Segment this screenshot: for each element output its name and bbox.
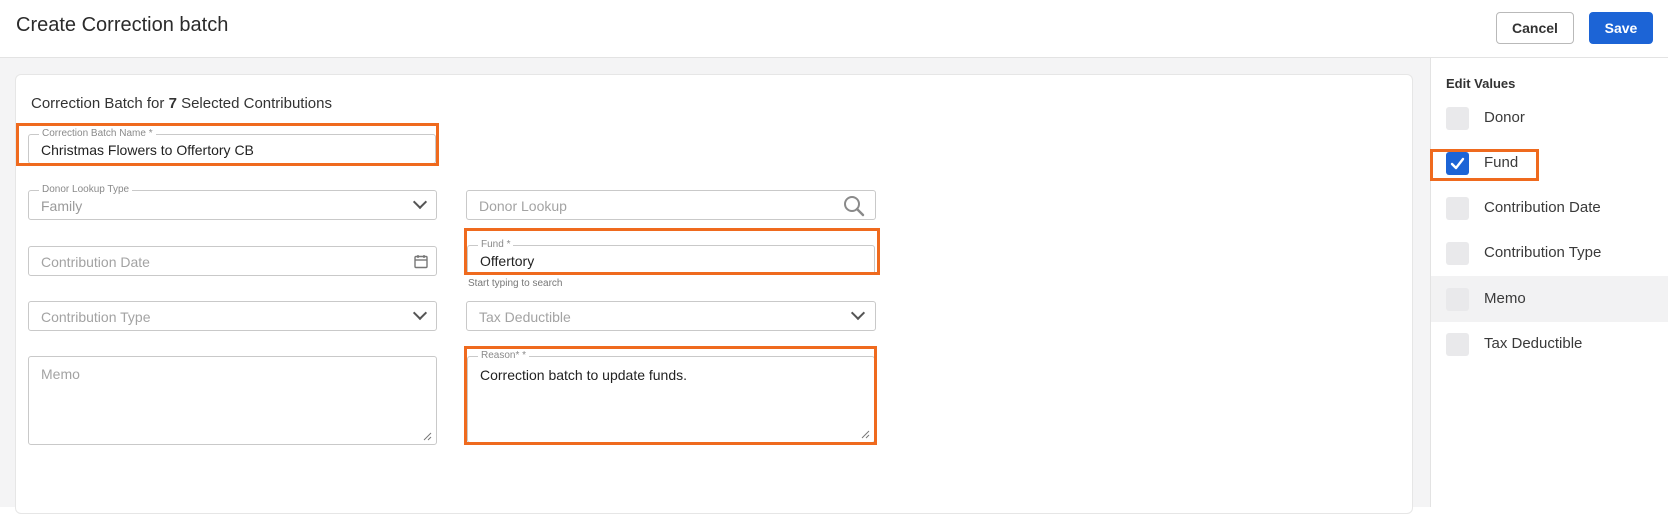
batch-name-highlight [16,123,439,166]
contribution-date-checkbox[interactable] [1446,197,1469,220]
fund-option-highlight [1430,149,1539,181]
heading-prefix: Correction Batch for [31,95,169,112]
edit-option-label: Contribution Type [1484,244,1602,261]
selected-count: 7 [168,95,177,112]
edit-option-memo[interactable]: Memo [1431,276,1668,322]
contribution-type-checkbox[interactable] [1446,242,1469,265]
contribution-date-input[interactable]: Contribution Date [28,246,437,276]
edit-values-panel: Edit Values Donor Fund Contribution Date… [1430,58,1668,507]
page-header: Create Correction batch Cancel Save [0,0,1668,58]
edit-option-label: Tax Deductible [1484,335,1583,352]
chevron-down-icon [412,305,428,321]
memo-textarea[interactable]: Memo [28,356,437,445]
edit-option-donor[interactable]: Donor [1431,95,1668,141]
edit-option-contribution-date[interactable]: Contribution Date [1431,185,1668,231]
search-icon[interactable] [843,195,865,217]
resize-handle-icon[interactable] [423,432,432,441]
fund-hint: Start typing to search [468,278,563,289]
heading-suffix: Selected Contributions [176,95,332,112]
memo-placeholder: Memo [41,366,80,382]
donor-checkbox[interactable] [1446,107,1469,130]
contribution-date-placeholder: Contribution Date [41,254,150,270]
edit-option-contribution-type[interactable]: Contribution Type [1431,230,1668,276]
tax-deductible-select[interactable]: Tax Deductible [466,301,876,331]
form-heading: Correction Batch for 7 Selected Contribu… [31,95,332,112]
edit-option-fund[interactable]: Fund [1430,140,1668,186]
edit-option-tax-deductible[interactable]: Tax Deductible [1431,321,1668,367]
donor-lookup-type-select[interactable]: Donor Lookup Type Family [28,184,437,220]
reason-highlight [464,346,877,445]
edit-option-label: Donor [1484,109,1525,126]
memo-checkbox[interactable] [1446,288,1469,311]
cancel-button[interactable]: Cancel [1496,12,1574,44]
chevron-down-icon [412,194,428,210]
edit-option-label: Contribution Date [1484,199,1601,216]
edit-values-title: Edit Values [1446,76,1516,91]
fund-highlight [464,228,880,275]
tax-deductible-checkbox[interactable] [1446,333,1469,356]
contribution-type-placeholder: Contribution Type [41,309,151,325]
page-title: Create Correction batch [16,14,229,36]
chevron-down-icon [850,305,866,321]
contribution-type-select[interactable]: Contribution Type [28,301,437,331]
donor-lookup-type-label: Donor Lookup Type [39,184,133,196]
donor-lookup-type-value: Family [41,198,83,214]
donor-lookup-input[interactable]: Donor Lookup [466,190,876,220]
tax-deductible-placeholder: Tax Deductible [479,309,571,325]
donor-lookup-placeholder: Donor Lookup [479,198,567,214]
edit-option-label: Memo [1484,290,1526,307]
calendar-icon[interactable] [414,254,428,269]
save-button[interactable]: Save [1589,12,1653,44]
